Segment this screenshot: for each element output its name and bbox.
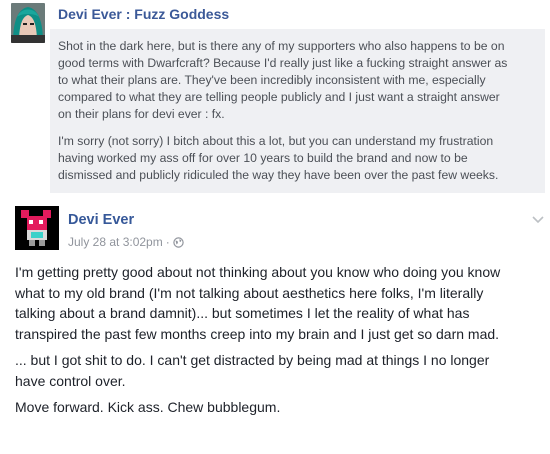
post-meta: July 28 at 3:02pm · [68, 235, 184, 249]
post-text-line: talking about a brand damnit)... but som… [15, 305, 470, 321]
post-text-line: transpired the past few months creep int… [15, 325, 500, 342]
post-text-line: Move forward. Kick ass. Chew bubblegum. [15, 399, 281, 415]
shared-post-body: Shot in the dark here, but is there any … [50, 29, 545, 193]
post-text-line: I'm sorry (not sorry) I bitch about this… [58, 134, 494, 148]
post-body: I'm getting pretty good about not thinki… [15, 262, 545, 424]
post-text-line: on their plans for devi ever : fx. [58, 107, 225, 121]
post-text-line: good terms with Dwarfcraft? Because I'd … [58, 56, 508, 70]
post-paragraph: Shot in the dark here, but is there any … [58, 38, 537, 123]
chevron-down-icon[interactable] [532, 212, 544, 224]
globe-icon[interactable] [173, 236, 184, 248]
post-text-line: Shot in the dark here, but is there any … [58, 39, 505, 53]
meta-separator: · [165, 235, 170, 249]
avatar[interactable] [15, 206, 59, 250]
shared-post: Devi Ever : Fuzz Goddess Shot in the dar… [0, 0, 550, 196]
post-text-line: what to my old brand (I'm not talking ab… [15, 284, 484, 301]
post-text-line: ... but I got shit to do. I can't get di… [15, 352, 490, 368]
post-timestamp-link[interactable]: July 28 at 3:02pm [68, 235, 163, 249]
post-paragraph: I'm sorry (not sorry) I bitch about this… [58, 133, 537, 184]
post-text-line: having worked my ass off for over 10 yea… [58, 151, 468, 165]
post-text-line: to what their plans are. They've been in… [58, 73, 486, 87]
post-text-line: compared to what they are telling people… [58, 90, 500, 104]
post-text-line: dismissed and publicly ridiculed the way… [58, 168, 499, 182]
post-paragraph: Move forward. Kick ass. Chew bubblegum. [15, 397, 545, 418]
avatar[interactable] [11, 3, 45, 43]
post-text-line: I'm getting pretty good about not thinki… [15, 264, 501, 280]
post-paragraph: I'm getting pretty good about not thinki… [15, 262, 545, 344]
post-author-link[interactable]: Devi Ever : Fuzz Goddess [58, 6, 229, 22]
post-paragraph: ... but I got shit to do. I can't get di… [15, 350, 545, 391]
post-author-link[interactable]: Devi Ever [68, 212, 134, 228]
post-text-line: have control over. [15, 372, 126, 389]
